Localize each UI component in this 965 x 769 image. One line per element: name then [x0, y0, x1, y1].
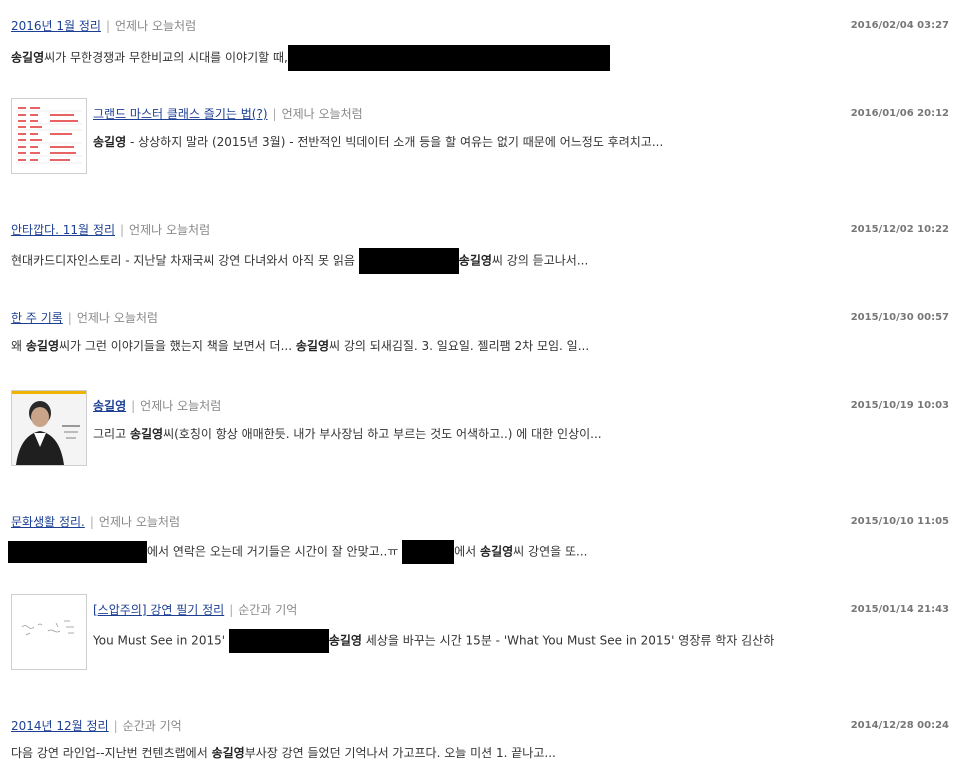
redaction-block — [228, 629, 329, 653]
post-snippet: 현대카드디자인스토리 - 지난달 차재국씨 강연 다녀와서 아직 못 읽음 송길… — [11, 248, 589, 274]
post-thumbnail[interactable] — [11, 594, 87, 670]
post-date: 2015/10/19 10:03 — [850, 400, 949, 411]
post-title-link[interactable]: 2014년 12월 정리 — [11, 719, 109, 733]
snippet-text: 씨 강의 되새김질. 3. 일요일. 젤리팸 2차 모임. 일... — [328, 339, 590, 353]
post-title-row: 한 주 기록 | 언제나 오늘처럼 — [11, 310, 158, 326]
handwritten-notes-image — [21, 620, 74, 636]
snippet-text: 에서 — [454, 544, 481, 559]
snippet-text: 씨 강의 듣고나서... — [491, 253, 589, 268]
post-category[interactable]: 언제나 오늘처럼 — [77, 311, 158, 325]
post-category[interactable]: 언제나 오늘처럼 — [140, 399, 221, 413]
separator: | — [89, 515, 94, 529]
snippet-text: 씨 강연을 또... — [513, 544, 588, 559]
post-title-link[interactable]: 문화생활 정리. — [11, 515, 85, 529]
post-title-row: 2014년 12월 정리 | 순간과 기억 — [11, 718, 182, 734]
highlight-keyword: 송길영 — [295, 339, 329, 353]
highlight-keyword: 송길영 — [211, 746, 245, 760]
post-date: 2015/12/02 10:22 — [850, 224, 949, 235]
post-snippet: 송길영씨가 무한경쟁과 무한비교의 시대를 이야기할 때, — [11, 45, 610, 71]
post-title-link[interactable]: 한 주 기록 — [11, 311, 63, 325]
post-category[interactable]: 언제나 오늘처럼 — [129, 223, 210, 237]
post-title-row: 안타깝다. 11월 정리 | 언제나 오늘처럼 — [11, 222, 210, 238]
snippet-text: 왜 — [11, 339, 26, 353]
post-title-row: 송길영 | 언제나 오늘처럼 — [93, 398, 221, 414]
post-snippet: 다음 강연 라인업--지난번 컨텐츠랩에서 송길영부사장 강연 들었던 기억나서… — [11, 744, 556, 762]
separator: | — [120, 223, 125, 237]
snippet-text: 그리고 — [93, 427, 130, 441]
highlight-keyword: 송길영 — [129, 427, 164, 441]
post-title-row: 문화생활 정리. | 언제나 오늘처럼 — [11, 514, 180, 530]
snippet-text: 현대카드디자인스토리 - 지난달 차재국씨 강연 다녀와서 아직 못 읽음 — [11, 253, 359, 268]
post-thumbnail[interactable] — [11, 98, 87, 174]
post-category[interactable]: 순간과 기억 — [238, 603, 297, 617]
schedule-table-image — [16, 107, 82, 164]
portrait-image — [12, 391, 86, 465]
post-title-link[interactable]: 송길영 — [93, 399, 126, 413]
snippet-text: - 상상하지 말라 (2015년 3월) - 전반적인 빅데이터 소개 등을 할… — [126, 135, 664, 149]
post-category[interactable]: 언제나 오늘처럼 — [99, 515, 180, 529]
redaction-block — [8, 541, 147, 563]
snippet-text: 에서 연락은 오는데 거기들은 시간이 잘 안맞고..ㅠ — [147, 544, 403, 559]
post-title-row: [스압주의] 강연 필기 정리 | 순간과 기억 — [93, 602, 297, 618]
separator: | — [131, 399, 136, 413]
post-category[interactable]: 언제나 오늘처럼 — [115, 19, 196, 33]
post-category[interactable]: 순간과 기억 — [123, 719, 182, 733]
highlight-keyword: 송길영 — [25, 339, 59, 353]
snippet-text: 씨가 무한경쟁과 무한비교의 시대를 이야기할 때, — [44, 50, 288, 65]
post-date: 2015/10/30 00:57 — [850, 312, 949, 323]
post-date: 2016/01/06 20:12 — [850, 108, 949, 119]
post-snippet: 송길영 - 상상하지 말라 (2015년 3월) - 전반적인 빅데이터 소개 … — [93, 133, 663, 151]
separator: | — [229, 603, 234, 617]
snippet-text: You Must See in 2015' — [93, 633, 229, 648]
post-date: 2015/01/14 21:43 — [850, 604, 949, 615]
highlight-keyword: 송길영 — [458, 253, 492, 268]
redaction-block — [402, 540, 455, 564]
post-snippet: 왜 송길영씨가 그런 이야기들을 했는지 책을 보면서 더... 송길영씨 강의… — [11, 337, 589, 355]
snippet-text: 다음 강연 라인업--지난번 컨텐츠랩에서 — [11, 746, 212, 760]
redaction-block — [358, 248, 459, 274]
separator: | — [105, 19, 111, 33]
snippet-text: 씨(호칭이 항상 애매한듯. 내가 부사장님 하고 부르는 것도 어색하고..)… — [163, 427, 602, 441]
separator: | — [113, 719, 118, 733]
highlight-keyword: 송길영 — [328, 633, 362, 648]
post-snippet: 그리고 송길영씨(호칭이 항상 애매한듯. 내가 부사장님 하고 부르는 것도 … — [93, 425, 602, 443]
snippet-text: 세상을 바꾸는 시간 15분 - 'What You Must See in 2… — [361, 633, 775, 648]
post-date: 2016/02/04 03:27 — [850, 20, 949, 31]
snippet-text: 부사장 강연 들었던 기억나서 가고프다. 오늘 미션 1. 끝나고... — [244, 746, 556, 760]
post-title-link[interactable]: 안타깝다. 11월 정리 — [11, 223, 115, 237]
post-snippet: You Must See in 2015' 송길영 세상을 바꾸는 시간 15분… — [93, 629, 775, 653]
highlight-keyword: 송길영 — [480, 544, 514, 559]
post-snippet: 에서 연락은 오는데 거기들은 시간이 잘 안맞고..ㅠ 에서 송길영씨 강연을… — [8, 540, 588, 564]
post-thumbnail[interactable] — [11, 390, 87, 466]
separator: | — [67, 311, 72, 325]
post-category[interactable]: 언제나 오늘처럼 — [282, 107, 363, 121]
post-date: 2015/10/10 11:05 — [850, 516, 949, 527]
highlight-keyword: 송길영 — [11, 50, 45, 65]
post-title-row: 그랜드 마스터 클래스 즐기는 법(?) | 언제나 오늘처럼 — [93, 106, 363, 122]
post-date: 2014/12/28 00:24 — [850, 720, 949, 731]
post-title-link[interactable]: 2016년 1월 정리 — [11, 19, 101, 33]
separator: | — [272, 107, 277, 121]
post-title-row: 2016년 1월 정리 | 언제나 오늘처럼 — [11, 18, 196, 34]
redaction-block — [287, 45, 610, 71]
post-title-link[interactable]: 그랜드 마스터 클래스 즐기는 법(?) — [93, 107, 268, 121]
highlight-keyword: 송길영 — [93, 135, 127, 149]
post-title-link[interactable]: [스압주의] 강연 필기 정리 — [93, 603, 224, 617]
snippet-text: 씨가 그런 이야기들을 했는지 책을 보면서 더... — [58, 339, 296, 353]
